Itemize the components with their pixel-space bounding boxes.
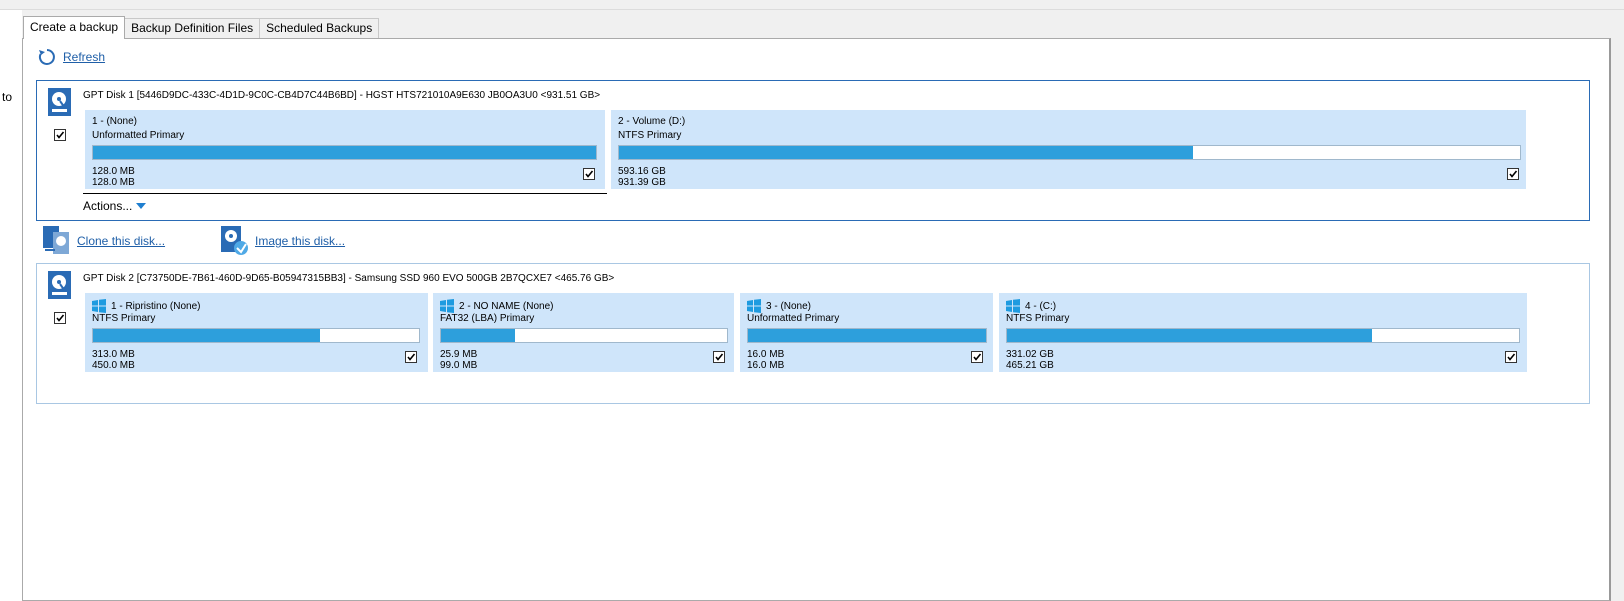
disk-1-partition-1[interactable]: 1 - (None) Unformatted Primary 128.0 MB … — [85, 110, 605, 189]
partition-type: Unformatted Primary — [747, 313, 840, 324]
partition-checkbox[interactable] — [1507, 168, 1519, 180]
disk-2-partition-4[interactable]: 4 - (C:) NTFS Primary 331.02 GB 465.21 G… — [999, 293, 1527, 372]
partition-used-size: 16.0 MB — [747, 349, 785, 360]
disk-2-partition-2[interactable]: 2 - NO NAME (None) FAT32 (LBA) Primary 2… — [433, 293, 734, 372]
clone-disk-icon — [43, 226, 69, 254]
partition-used-size: 25.9 MB — [440, 349, 478, 360]
partition-used-size: 313.0 MB — [92, 349, 135, 360]
partition-total-size: 128.0 MB — [92, 177, 135, 188]
disk-2-partition-1[interactable]: 1 - Ripristino (None) NTFS Primary 313.0… — [85, 293, 428, 372]
partition-type: NTFS Primary — [92, 313, 156, 324]
partition-checkbox[interactable] — [405, 351, 417, 363]
partition-used-size: 593.16 GB — [618, 166, 666, 177]
partition-type: Unformatted Primary — [92, 130, 185, 141]
disk-1-panel: GPT Disk 1 [5446D9DC-433C-4D1D-9C0C-CB4D… — [36, 80, 1590, 221]
tab-backup-definition-files[interactable]: Backup Definition Files — [124, 18, 261, 39]
partition-name: 1 - (None) — [92, 116, 138, 127]
partition-name: 1 - Ripristino (None) — [92, 299, 200, 313]
partition-total-size: 99.0 MB — [440, 360, 478, 371]
left-pane-label: to — [2, 90, 13, 104]
partition-usage-fill — [441, 329, 516, 342]
disk-2-panel: GPT Disk 2 [C73750DE-7B61-460D-9D65-B059… — [36, 263, 1590, 404]
partition-used-size: 331.02 GB — [1006, 349, 1054, 360]
disk-2-partition-3[interactable]: 3 - (None) Unformatted Primary 16.0 MB 1… — [740, 293, 993, 372]
left-pane: to — [0, 10, 22, 601]
partition-usage-bar — [747, 328, 987, 343]
caret-down-icon — [136, 203, 147, 209]
partition-usage-bar — [92, 145, 597, 160]
partition-usage-fill — [748, 329, 986, 342]
partition-usage-bar — [92, 328, 420, 343]
top-toolbar-strip — [0, 0, 1624, 10]
actions-divider — [83, 193, 607, 194]
partition-used-size: 128.0 MB — [92, 166, 135, 177]
image-disk-action[interactable]: Image this disk... — [221, 226, 345, 256]
tab-create-backup[interactable]: Create a backup — [23, 16, 126, 39]
partition-name: 2 - NO NAME (None) — [440, 299, 553, 313]
disk-1-title: GPT Disk 1 [5446D9DC-433C-4D1D-9C0C-CB4D… — [83, 90, 601, 101]
partition-checkbox[interactable] — [583, 168, 595, 180]
partition-total-size: 931.39 GB — [618, 177, 666, 188]
windows-logo-icon — [92, 299, 106, 313]
hard-disk-icon — [48, 271, 71, 299]
refresh-link[interactable]: Refresh — [63, 50, 105, 64]
windows-logo-icon — [1006, 299, 1020, 313]
partition-usage-fill — [93, 329, 320, 342]
partition-name: 4 - (C:) — [1006, 299, 1056, 313]
partition-type: NTFS Primary — [1006, 313, 1070, 324]
partition-checkbox[interactable] — [971, 351, 983, 363]
hard-disk-icon — [48, 88, 71, 116]
windows-logo-icon — [747, 299, 761, 313]
partition-total-size: 450.0 MB — [92, 360, 135, 371]
partition-usage-bar — [618, 145, 1521, 160]
disk-1-checkbox[interactable] — [54, 129, 66, 141]
clone-disk-link[interactable]: Clone this disk... — [77, 234, 165, 248]
actions-label: Actions... — [83, 199, 133, 213]
partition-checkbox[interactable] — [713, 351, 725, 363]
tab-content-panel: Refresh GPT Disk 1 [5446D9DC-433C-4D1D-9… — [22, 38, 1611, 601]
disk-2-checkbox[interactable] — [54, 312, 66, 324]
disk-2-title: GPT Disk 2 [C73750DE-7B61-460D-9D65-B059… — [83, 273, 615, 284]
tab-bar: Create a backup Backup Definition Files … — [23, 16, 380, 39]
partition-total-size: 465.21 GB — [1006, 360, 1054, 371]
partition-name: 3 - (None) — [747, 299, 811, 313]
refresh-control[interactable]: Refresh — [37, 47, 105, 67]
partition-total-size: 16.0 MB — [747, 360, 785, 371]
windows-logo-icon — [440, 299, 454, 313]
image-disk-icon — [221, 226, 248, 255]
partition-usage-fill — [1007, 329, 1372, 342]
partition-type: NTFS Primary — [618, 130, 682, 141]
partition-checkbox[interactable] — [1505, 351, 1517, 363]
actions-menu[interactable]: Actions... — [83, 199, 147, 213]
partition-usage-bar — [1006, 328, 1520, 343]
partition-usage-bar — [440, 328, 728, 343]
partition-type: FAT32 (LBA) Primary — [440, 313, 535, 324]
disk-1-partition-2[interactable]: 2 - Volume (D:) NTFS Primary 593.16 GB 9… — [611, 110, 1526, 189]
clone-disk-action[interactable]: Clone this disk... — [43, 226, 165, 256]
image-disk-link[interactable]: Image this disk... — [255, 234, 345, 248]
partition-name: 2 - Volume (D:) — [618, 116, 686, 127]
partition-usage-fill — [93, 146, 596, 159]
refresh-icon[interactable] — [37, 47, 57, 67]
partition-usage-fill — [619, 146, 1193, 159]
tab-scheduled-backups[interactable]: Scheduled Backups — [259, 18, 380, 39]
